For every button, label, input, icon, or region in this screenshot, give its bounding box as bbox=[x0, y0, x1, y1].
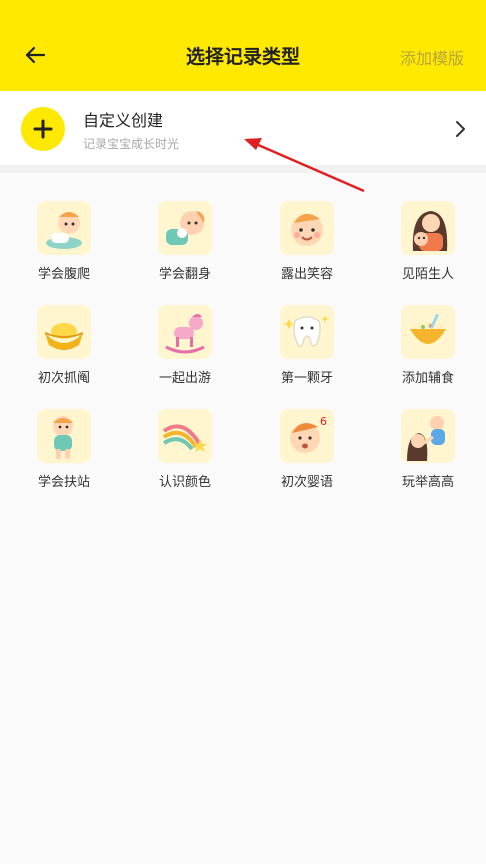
food-bowl-icon bbox=[401, 305, 455, 359]
plus-icon bbox=[21, 107, 65, 151]
svg-text:6: 6 bbox=[320, 415, 327, 428]
tile-label: 学会腹爬 bbox=[37, 267, 90, 282]
gold-ingot-icon bbox=[37, 305, 91, 359]
tile-label: 认识颜色 bbox=[158, 475, 211, 490]
rainbow-star-icon bbox=[158, 409, 212, 463]
tile-first-tooth[interactable]: 第一颗牙 bbox=[257, 305, 357, 395]
tile-add-complementary-food[interactable]: 添加辅食 bbox=[378, 305, 478, 395]
tile-label: 第一颗牙 bbox=[280, 371, 333, 386]
baby-crawling-icon bbox=[37, 201, 91, 255]
record-type-grid: 学会腹爬 学会翻身 露出笑容 见陌生人 初次抓阄 一起出游 第一颗牙 添加辅食 … bbox=[0, 173, 486, 864]
chevron-right-icon bbox=[454, 119, 468, 139]
tile-learn-roll[interactable]: 学会翻身 bbox=[135, 201, 235, 291]
baby-talking-icon: 6 bbox=[280, 409, 334, 463]
baby-standing-icon bbox=[37, 409, 91, 463]
tile-meet-stranger[interactable]: 见陌生人 bbox=[378, 201, 478, 291]
lift-high-icon bbox=[401, 409, 455, 463]
tile-show-smile[interactable]: 露出笑容 bbox=[257, 201, 357, 291]
tile-first-babble[interactable]: 6 初次婴语 bbox=[257, 409, 357, 499]
section-divider bbox=[0, 165, 486, 173]
custom-create-row[interactable]: 自定义创建 记录宝宝成长时光 bbox=[0, 91, 486, 165]
custom-create-title: 自定义创建 bbox=[83, 111, 164, 130]
mother-baby-icon bbox=[401, 201, 455, 255]
tile-label: 露出笑容 bbox=[280, 267, 333, 282]
tile-learn-crawl[interactable]: 学会腹爬 bbox=[14, 201, 114, 291]
tile-label: 玩举高高 bbox=[401, 475, 454, 490]
tile-travel-together[interactable]: 一起出游 bbox=[135, 305, 235, 395]
tile-label: 初次抓阄 bbox=[37, 371, 90, 386]
rocking-horse-icon bbox=[158, 305, 212, 359]
tile-label: 学会扶站 bbox=[37, 475, 90, 490]
tile-label: 见陌生人 bbox=[401, 267, 454, 282]
tile-label: 学会翻身 bbox=[158, 267, 211, 282]
tooth-icon bbox=[280, 305, 334, 359]
tile-first-zhuazhou[interactable]: 初次抓阄 bbox=[14, 305, 114, 395]
baby-rolling-icon bbox=[158, 201, 212, 255]
tile-recognize-colors[interactable]: 认识颜色 bbox=[135, 409, 235, 499]
tile-label: 一起出游 bbox=[158, 371, 211, 386]
add-template-button[interactable]: 添加模版 bbox=[400, 45, 464, 69]
tile-learn-stand[interactable]: 学会扶站 bbox=[14, 409, 114, 499]
top-bar: 选择记录类型 添加模版 bbox=[0, 0, 486, 91]
custom-create-subtitle: 记录宝宝成长时光 bbox=[83, 137, 180, 151]
tile-label: 添加辅食 bbox=[401, 371, 454, 386]
tile-lift-high[interactable]: 玩举高高 bbox=[378, 409, 478, 499]
baby-smile-icon bbox=[280, 201, 334, 255]
tile-label: 初次婴语 bbox=[280, 475, 333, 490]
